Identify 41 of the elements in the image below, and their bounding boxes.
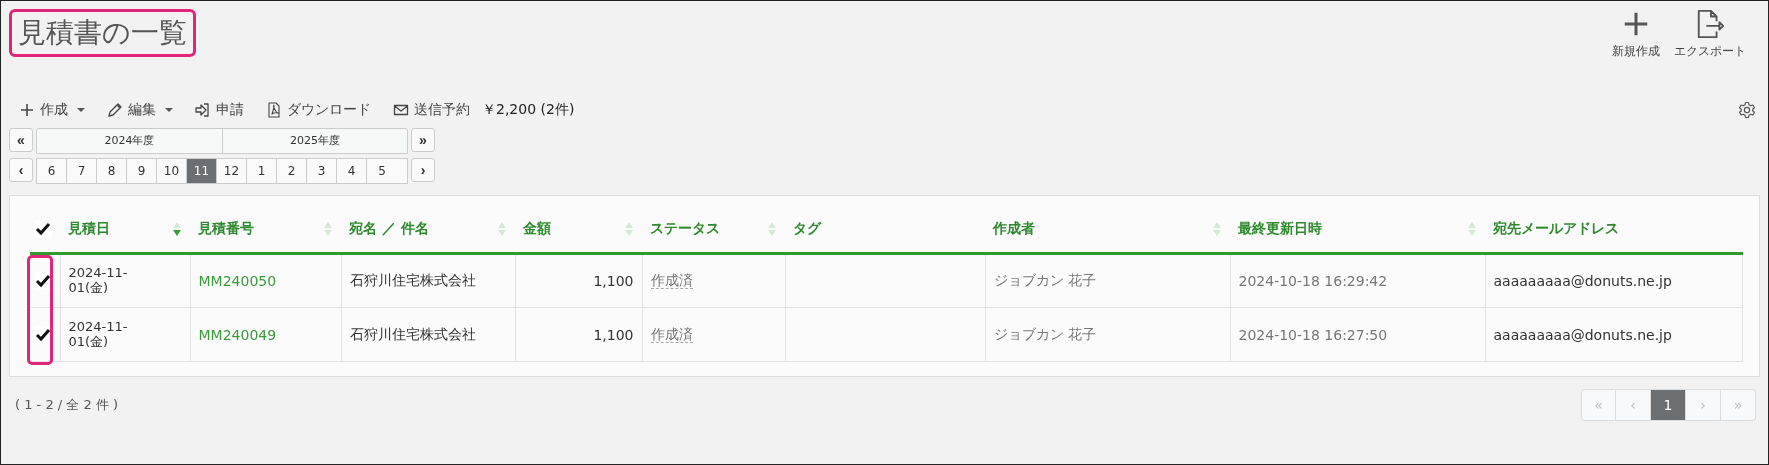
table-cell: 2024-10-18 16:27:50 (1238, 326, 1388, 343)
previous-month-button[interactable]: ‹ (9, 158, 33, 182)
page-button[interactable]: 1 (1651, 389, 1686, 421)
column-header[interactable]: 見積日 (68, 220, 110, 238)
table-cell-text: 2024-11-01(金) (68, 266, 129, 296)
record-count: ( 1 - 2 / 全 2 件 ) (15, 396, 119, 414)
column-header[interactable]: 宛名 ／ 件名 (349, 220, 429, 238)
previous-year-button[interactable]: « (9, 128, 33, 152)
column-header[interactable]: タグ (793, 220, 821, 238)
status-text: 作成済 (650, 325, 693, 343)
table-cell: 2024-10-18 16:29:42 (1238, 273, 1388, 289)
column-header[interactable]: ステータス (650, 220, 720, 238)
column-header[interactable]: 宛先メールアドレス (1493, 220, 1619, 238)
next-month-button[interactable]: › (411, 158, 435, 182)
table-cell: 1,100 (593, 273, 634, 289)
table-cell: aaaaaaaaa@donuts.ne.jp (1493, 326, 1672, 343)
toolbar-button[interactable]: ダウンロード (266, 101, 371, 119)
table-cell: aaaaaaaaa@donuts.ne.jp (1493, 273, 1672, 289)
next-year-button[interactable]: » (411, 128, 435, 152)
toolbar-button[interactable]: 送信予約 (393, 101, 470, 119)
column-header[interactable]: 作成者 (993, 220, 1035, 238)
table-cell: 石狩川住宅株式会社 (349, 325, 476, 342)
toolbar-button[interactable]: 作成 (19, 101, 85, 119)
column-header[interactable]: 金額 (523, 220, 551, 238)
table-cell: ジョブカン 花子 (993, 325, 1096, 342)
status-text: 作成済 (650, 272, 693, 289)
toolbar-button[interactable]: 申請 (195, 101, 244, 119)
month-tab[interactable]: 11 (187, 159, 217, 183)
page-title: 見積書の一覧 (9, 9, 196, 57)
table-cell: ジョブカン 花子 (993, 272, 1096, 288)
toolbar-button[interactable]: 編集 (107, 101, 173, 119)
total-amount: ￥2,200 (2件) (482, 101, 575, 119)
table-cell: 石狩川住宅株式会社 (349, 272, 476, 288)
fiscal-year-label: 2024年度 (103, 133, 156, 149)
fiscal-year-label: 2025年度 (222, 129, 407, 153)
table-cell-text: 2024-11-01(金) (68, 319, 129, 350)
column-header[interactable]: 見積番号 (198, 220, 254, 238)
table-cell: 1,100 (593, 326, 634, 343)
export-button[interactable]: エクスポート (1674, 9, 1746, 60)
new-button[interactable]: 新規作成 (1612, 9, 1660, 60)
column-header[interactable]: 最終更新日時 (1238, 220, 1322, 238)
